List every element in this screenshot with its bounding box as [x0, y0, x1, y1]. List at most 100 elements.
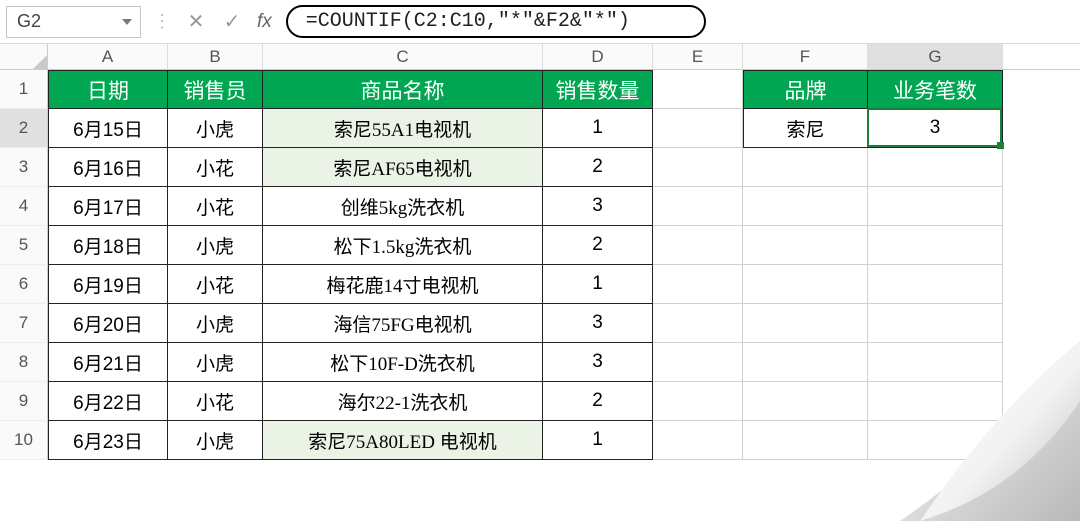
cell-C8[interactable]: 松下10F-D洗衣机: [263, 343, 543, 382]
name-box[interactable]: G2: [6, 6, 141, 38]
row-header-3[interactable]: 3: [0, 148, 48, 187]
formula-text: =COUNTIF(C2:C10,"*"&F2&"*"): [306, 10, 630, 33]
cell-D8[interactable]: 3: [543, 343, 653, 382]
cancel-button[interactable]: ✕: [181, 9, 211, 34]
cell-G3[interactable]: [868, 148, 1003, 187]
cell-D2[interactable]: 1: [543, 109, 653, 148]
cell-E9[interactable]: [653, 382, 743, 421]
cell-D9[interactable]: 2: [543, 382, 653, 421]
cell-F4[interactable]: [743, 187, 868, 226]
cell-F5[interactable]: [743, 226, 868, 265]
cell-F7[interactable]: [743, 304, 868, 343]
cell-B2[interactable]: 小虎: [168, 109, 263, 148]
col-header-A[interactable]: A: [48, 44, 168, 69]
cell-C1[interactable]: 商品名称: [263, 70, 543, 109]
cell-F1[interactable]: 品牌: [743, 70, 868, 109]
cell-G1[interactable]: 业务笔数: [868, 70, 1003, 109]
cell-F3[interactable]: [743, 148, 868, 187]
col-header-F[interactable]: F: [743, 44, 868, 69]
cell-C4[interactable]: 创维5kg洗衣机: [263, 187, 543, 226]
cell-D1[interactable]: 销售数量: [543, 70, 653, 109]
cell-B3[interactable]: 小花: [168, 148, 263, 187]
row-header-8[interactable]: 8: [0, 343, 48, 382]
row-header-6[interactable]: 6: [0, 265, 48, 304]
cell-G10[interactable]: [868, 421, 1003, 460]
cell-E6[interactable]: [653, 265, 743, 304]
cell-F10[interactable]: [743, 421, 868, 460]
cell-B6[interactable]: 小花: [168, 265, 263, 304]
separator-dots-icon: ⋮: [147, 11, 175, 32]
cell-D3[interactable]: 2: [543, 148, 653, 187]
row-header-10[interactable]: 10: [0, 421, 48, 460]
cell-A9[interactable]: 6月22日: [48, 382, 168, 421]
cell-B8[interactable]: 小虎: [168, 343, 263, 382]
cell-E10[interactable]: [653, 421, 743, 460]
cell-B4[interactable]: 小花: [168, 187, 263, 226]
cell-E1[interactable]: [653, 70, 743, 109]
cell-B7[interactable]: 小虎: [168, 304, 263, 343]
row-headers: 1 2 3 4 5 6 7 8 9 10: [0, 70, 48, 460]
cell-B5[interactable]: 小虎: [168, 226, 263, 265]
col-header-B[interactable]: B: [168, 44, 263, 69]
row-header-9[interactable]: 9: [0, 382, 48, 421]
cell-E2[interactable]: [653, 109, 743, 148]
cell-D7[interactable]: 3: [543, 304, 653, 343]
cell-E5[interactable]: [653, 226, 743, 265]
cell-G8[interactable]: [868, 343, 1003, 382]
cell-D6[interactable]: 1: [543, 265, 653, 304]
cell-G9[interactable]: [868, 382, 1003, 421]
col-header-G[interactable]: G: [868, 44, 1003, 69]
cell-C2[interactable]: 索尼55A1电视机: [263, 109, 543, 148]
confirm-button[interactable]: ✓: [217, 9, 247, 34]
cell-D10[interactable]: 1: [543, 421, 653, 460]
cell-D4[interactable]: 3: [543, 187, 653, 226]
fx-icon[interactable]: fx: [253, 11, 280, 33]
cell-C10[interactable]: 索尼75A80LED 电视机: [263, 421, 543, 460]
cell-G6[interactable]: [868, 265, 1003, 304]
cell-A10[interactable]: 6月23日: [48, 421, 168, 460]
cell-E3[interactable]: [653, 148, 743, 187]
formula-input[interactable]: =COUNTIF(C2:C10,"*"&F2&"*"): [286, 5, 706, 38]
cell-C6[interactable]: 梅花鹿14寸电视机: [263, 265, 543, 304]
cell-G2[interactable]: 3: [868, 109, 1003, 148]
row-header-1[interactable]: 1: [0, 70, 48, 109]
cell-B10[interactable]: 小虎: [168, 421, 263, 460]
formula-bar: G2 ⋮ ✕ ✓ fx =COUNTIF(C2:C10,"*"&F2&"*"): [0, 0, 1080, 44]
select-all-corner[interactable]: [0, 44, 48, 69]
col-header-E[interactable]: E: [653, 44, 743, 69]
cell-G7[interactable]: [868, 304, 1003, 343]
cell-F9[interactable]: [743, 382, 868, 421]
cell-B9[interactable]: 小花: [168, 382, 263, 421]
column-headers: A B C D E F G: [0, 44, 1080, 70]
cell-A4[interactable]: 6月17日: [48, 187, 168, 226]
cell-D5[interactable]: 2: [543, 226, 653, 265]
cell-E8[interactable]: [653, 343, 743, 382]
cell-A6[interactable]: 6月19日: [48, 265, 168, 304]
row-header-2[interactable]: 2: [0, 109, 48, 148]
row-header-7[interactable]: 7: [0, 304, 48, 343]
chevron-down-icon: [122, 19, 132, 25]
cell-F8[interactable]: [743, 343, 868, 382]
cell-B1[interactable]: 销售员: [168, 70, 263, 109]
cell-A1[interactable]: 日期: [48, 70, 168, 109]
cell-E4[interactable]: [653, 187, 743, 226]
row-header-4[interactable]: 4: [0, 187, 48, 226]
cell-G4[interactable]: [868, 187, 1003, 226]
cell-A7[interactable]: 6月20日: [48, 304, 168, 343]
row-header-5[interactable]: 5: [0, 226, 48, 265]
cell-C7[interactable]: 海信75FG电视机: [263, 304, 543, 343]
cell-F2[interactable]: 索尼: [743, 109, 868, 148]
cell-C9[interactable]: 海尔22-1洗衣机: [263, 382, 543, 421]
worksheet-grid: 1 2 3 4 5 6 7 8 9 10 日期 销售员 商品名称 销售数量 品牌…: [0, 70, 1080, 460]
cell-F6[interactable]: [743, 265, 868, 304]
cell-C5[interactable]: 松下1.5kg洗衣机: [263, 226, 543, 265]
cell-A3[interactable]: 6月16日: [48, 148, 168, 187]
cell-G5[interactable]: [868, 226, 1003, 265]
cell-A8[interactable]: 6月21日: [48, 343, 168, 382]
col-header-C[interactable]: C: [263, 44, 543, 69]
cell-A2[interactable]: 6月15日: [48, 109, 168, 148]
cell-C3[interactable]: 索尼AF65电视机: [263, 148, 543, 187]
col-header-D[interactable]: D: [543, 44, 653, 69]
cell-A5[interactable]: 6月18日: [48, 226, 168, 265]
cell-E7[interactable]: [653, 304, 743, 343]
